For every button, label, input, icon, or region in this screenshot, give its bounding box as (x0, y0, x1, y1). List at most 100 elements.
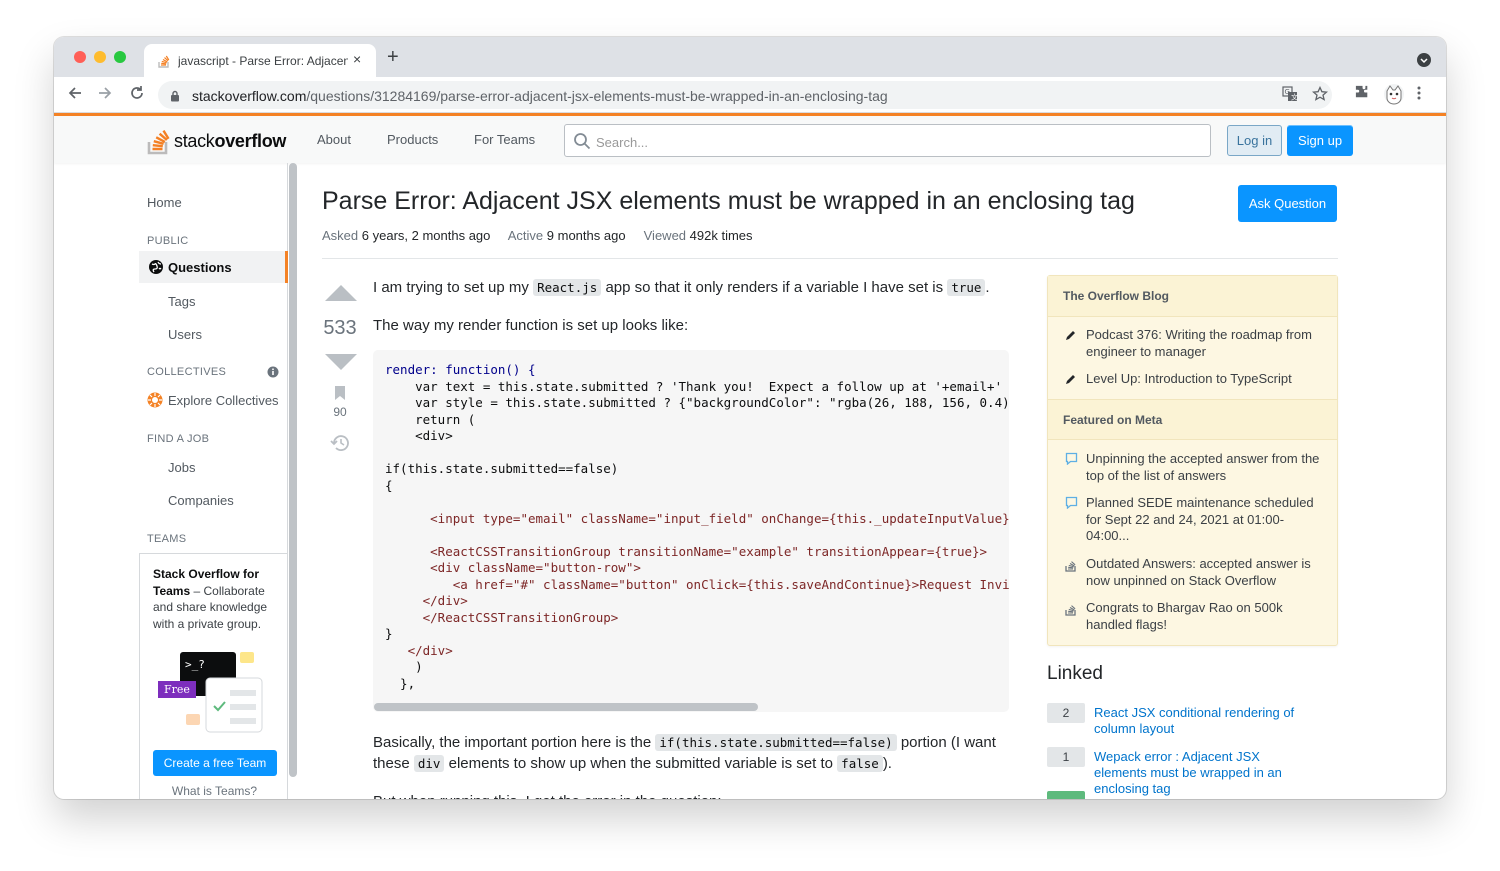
question-title[interactable]: Parse Error: Adjacent JSX elements must … (322, 187, 1135, 216)
sidebar-scrollbar[interactable] (288, 163, 298, 777)
stack-icon (1065, 602, 1077, 621)
inline-code-true: true (947, 279, 986, 296)
linked-question-link[interactable]: React JSX conditional rendering of colum… (1094, 705, 1314, 737)
back-icon[interactable] (66, 84, 84, 106)
globe-icon (149, 260, 163, 274)
url-path: /questions/31284169/parse-error-adjacent… (306, 88, 888, 104)
sidebar-scrollbar-thumb[interactable] (289, 163, 297, 777)
sidebar-item-tags[interactable]: Tags (168, 294, 195, 309)
lock-icon (170, 89, 180, 107)
meta-header: Featured on Meta (1048, 399, 1337, 440)
overflow-blog-widget: The Overflow Blog Podcast 376: Writing t… (1047, 275, 1338, 646)
nav-products[interactable]: Products (387, 132, 438, 147)
nav-about[interactable]: About (317, 132, 351, 147)
meta-item-link[interactable]: Unpinning the accepted answer from the t… (1086, 451, 1326, 484)
left-sidebar: Home PUBLIC Questions Tags Users COLLECT… (139, 163, 288, 799)
translate-icon[interactable]: 文G (1282, 86, 1298, 106)
search-input[interactable]: Search... (564, 124, 1211, 157)
sidebar-item-explore-collectives[interactable]: Explore Collectives (168, 393, 279, 408)
code-scrollbar[interactable] (373, 701, 1009, 712)
close-window-button[interactable] (74, 51, 86, 63)
new-tab-button[interactable]: + (387, 47, 399, 67)
sidebar-item-users[interactable]: Users (168, 327, 202, 342)
meta-item-link[interactable]: Congrats to Bhargav Rao on 500k handled … (1086, 600, 1326, 633)
code-line: { (385, 477, 393, 493)
inline-code-false: false (837, 755, 883, 772)
code-line: return ( (385, 411, 476, 427)
linked-question-link[interactable]: Wepack error : Adjacent JSX elements mus… (1094, 749, 1314, 797)
section-collectives: COLLECTIVES (147, 366, 227, 378)
reload-icon[interactable] (128, 84, 146, 106)
nav-for-teams[interactable]: For Teams (474, 132, 535, 147)
code-line: <a href="#" className="button" onClick={… (385, 576, 1009, 592)
blog-item-link[interactable]: Podcast 376: Writing the roadmap from en… (1086, 327, 1326, 360)
code-line: </div> (385, 593, 468, 608)
upvote-icon[interactable] (325, 285, 357, 301)
vote-count: 533 (323, 317, 357, 339)
browser-window: javascript - Parse Error: Adjacent JSX e… (54, 37, 1446, 799)
browser-menu-icon[interactable] (1416, 84, 1422, 106)
bookmark-icon[interactable] (334, 385, 346, 406)
code-scrollbar-thumb[interactable] (374, 703, 758, 711)
stack-logo-icon (147, 129, 170, 155)
sidebar-item-companies[interactable]: Companies (168, 493, 234, 508)
logo-word-light: stack (174, 131, 215, 151)
post-paragraph-1: I am trying to set up my React.js app so… (373, 277, 990, 298)
p4-text-b: elements to show up when the submitted v… (444, 755, 838, 772)
sidebar-item-questions-label: Questions (168, 260, 232, 275)
divider (322, 258, 1338, 259)
search-icon (573, 132, 591, 155)
pencil-icon (1065, 328, 1077, 346)
create-free-team-button[interactable]: Create a free Team (153, 750, 277, 776)
sidebar-item-jobs[interactable]: Jobs (168, 460, 195, 475)
minimize-window-button[interactable] (94, 51, 106, 63)
code-block[interactable]: render: function() { var text = this.sta… (373, 350, 1009, 712)
blog-item-link[interactable]: Level Up: Introduction to TypeScript (1086, 371, 1326, 388)
downvote-icon[interactable] (325, 354, 357, 370)
signup-button[interactable]: Sign up (1287, 125, 1353, 156)
zoom-window-button[interactable] (114, 51, 126, 63)
vote-cell: 533 90 (318, 281, 362, 461)
linked-score[interactable]: 2 (1047, 703, 1085, 723)
meta-item-link[interactable]: Outdated Answers: accepted answer is now… (1086, 556, 1326, 589)
address-bar[interactable]: stackoverflow.com/questions/31284169/par… (158, 81, 1332, 109)
history-icon[interactable] (330, 434, 350, 457)
pencil-icon (1065, 372, 1077, 390)
meta-item-link[interactable]: Planned SEDE maintenance scheduled for S… (1086, 495, 1326, 545)
extensions-icon[interactable] (1354, 84, 1370, 104)
linked-score-accepted[interactable] (1047, 791, 1085, 799)
active-value[interactable]: 9 months ago (547, 228, 626, 243)
p1-text-a: I am trying to set up my (373, 279, 534, 296)
asked-label: Asked (322, 228, 359, 243)
viewed-value: 492k times (689, 228, 753, 243)
forward-icon[interactable] (96, 84, 114, 106)
url-text: stackoverflow.com/questions/31284169/par… (192, 88, 888, 104)
ask-question-button[interactable]: Ask Question (1238, 185, 1337, 222)
post-paragraph-5: But when running this, I get the error i… (373, 791, 722, 799)
blog-header: The Overflow Blog (1048, 276, 1337, 317)
svg-text:>_?: >_? (185, 658, 205, 671)
linked-score[interactable]: 1 (1047, 747, 1085, 767)
collectives-icon (147, 392, 163, 413)
chat-bubble-icon (1065, 452, 1078, 470)
post-paragraph-3: Basically, the important portion here is… (373, 732, 996, 753)
inline-code-reactjs: React.js (533, 279, 602, 296)
stackoverflow-favicon-icon (158, 54, 170, 73)
site-header: stackoverflow About Products For Teams S… (54, 113, 1446, 163)
sidebar-item-questions[interactable]: Questions (139, 251, 288, 283)
what-is-teams-link[interactable]: What is Teams? (140, 784, 289, 798)
logo-word-bold: overflow (214, 131, 287, 151)
close-tab-icon[interactable]: × (353, 51, 361, 67)
code-line: var style = this.state.submitted ? {"bac… (385, 395, 1009, 410)
sidebar-item-home[interactable]: Home (147, 195, 182, 210)
code-line: render: function() { (385, 362, 536, 377)
code-line: <ReactCSSTransitionGroup transitionName=… (385, 543, 988, 559)
bookmark-star-icon[interactable] (1311, 85, 1329, 106)
code-line: </ReactCSSTransitionGroup> (385, 609, 619, 625)
profile-avatar-icon[interactable] (1383, 83, 1405, 109)
tab-search-icon[interactable] (1417, 53, 1431, 67)
login-button[interactable]: Log in (1227, 125, 1282, 156)
code-line: }, (385, 675, 416, 691)
browser-tab[interactable]: javascript - Parse Error: Adjacent JSX e… (144, 44, 376, 77)
info-icon[interactable] (267, 365, 279, 383)
